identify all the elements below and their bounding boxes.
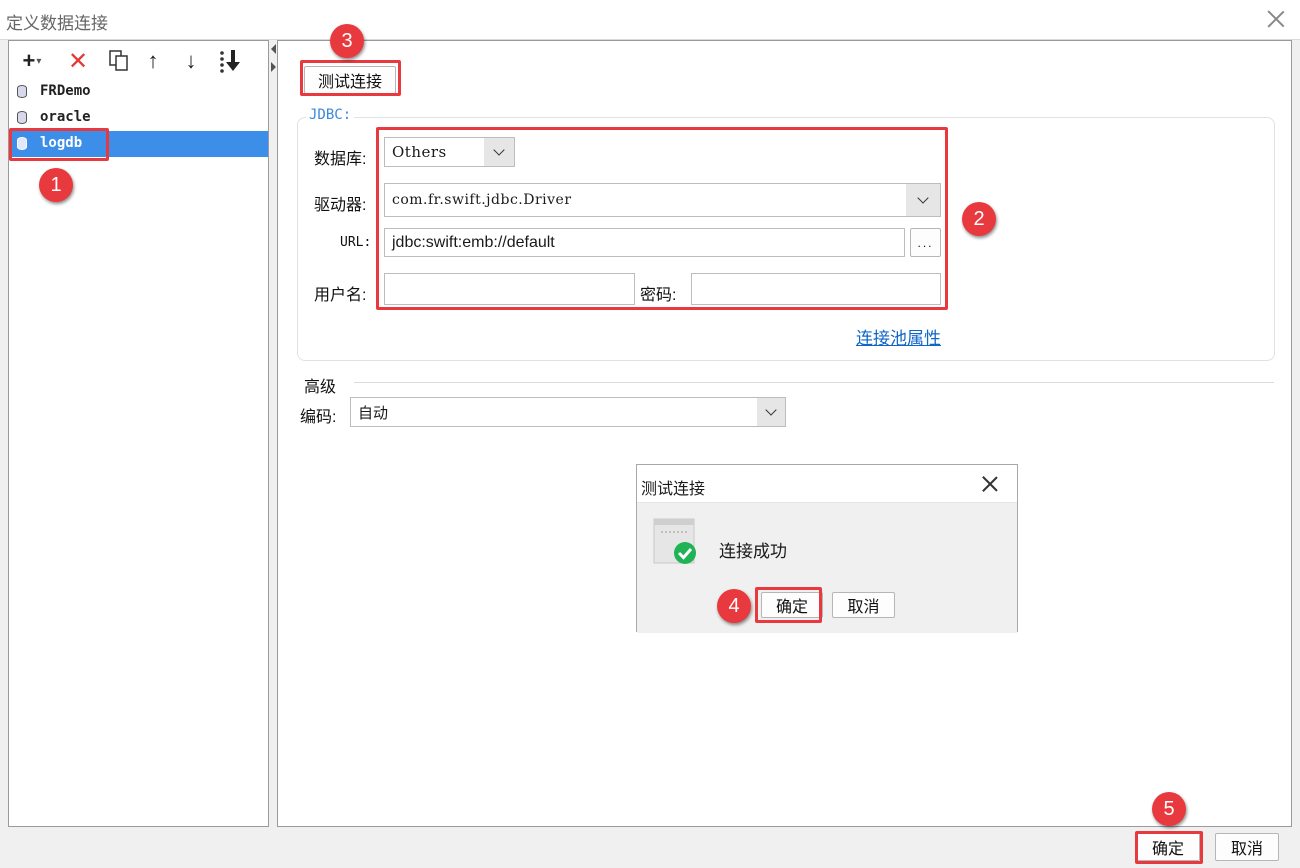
sort-icon[interactable] (217, 49, 243, 73)
connection-tree: FRDemo oracle logdb (9, 79, 268, 157)
chevron-down-icon[interactable] (757, 398, 785, 426)
connection-settings-panel: 测试连接 JDBC: 数据库: Others 驱动器: com.fr.swift… (277, 40, 1292, 827)
expand-right-icon[interactable] (271, 62, 276, 72)
connection-label: logdb (40, 135, 83, 151)
connection-item-logdb[interactable]: logdb (9, 131, 268, 157)
connection-label: FRDemo (40, 83, 91, 99)
move-up-icon[interactable]: ↑ (140, 48, 166, 73)
url-label: URL: (340, 235, 372, 250)
url-input[interactable]: jdbc:swift:emb://default (384, 228, 905, 257)
database-label: 数据库: (314, 151, 367, 168)
connection-list-panel: + ▾ ✕ ↑ ↓ FRDemo oracle logdb (8, 40, 269, 827)
dialog-body: 连接成功 确定 取消 (637, 503, 1017, 633)
window-title: 定义数据连接 (6, 14, 108, 33)
username-label: 用户名: (314, 287, 367, 304)
dialog-message: 连接成功 (719, 542, 787, 561)
dialog-title: 测试连接 (641, 481, 706, 498)
database-icon (17, 111, 27, 124)
copy-icon[interactable] (106, 49, 132, 73)
panel-splitter[interactable] (270, 40, 277, 827)
database-value: Others (392, 143, 447, 161)
jdbc-group-label: JDBC: (306, 107, 355, 123)
url-browse-button[interactable]: ... (910, 228, 941, 257)
collapse-left-icon[interactable] (271, 44, 276, 54)
window-close-icon[interactable] (1266, 8, 1286, 28)
step-badge-2: 2 (962, 202, 996, 236)
connection-item-frdemo[interactable]: FRDemo (9, 79, 268, 105)
connection-item-oracle[interactable]: oracle (9, 105, 268, 131)
step-badge-3: 3 (330, 24, 364, 58)
encoding-label: 编码: (300, 409, 337, 426)
add-connection-button[interactable]: + ▾ (19, 48, 45, 73)
encoding-value: 自动 (358, 404, 389, 422)
caret-down-icon: ▾ (36, 55, 42, 67)
footer-cancel-button[interactable]: 取消 (1215, 833, 1279, 861)
database-icon (17, 137, 27, 150)
dialog-header: 测试连接 (637, 465, 1017, 503)
database-select[interactable]: Others (384, 137, 515, 167)
footer-ok-button[interactable]: 确定 (1136, 833, 1200, 861)
password-input[interactable] (691, 273, 941, 305)
dialog-close-icon[interactable] (981, 474, 999, 492)
step-badge-1: 1 (39, 168, 73, 202)
advanced-section-label: 高级 (304, 379, 337, 396)
encoding-select[interactable]: 自动 (350, 397, 786, 427)
delete-icon[interactable]: ✕ (65, 48, 91, 75)
driver-label: 驱动器: (314, 197, 367, 214)
advanced-divider (354, 382, 1274, 383)
dialog-cancel-button[interactable]: 取消 (832, 592, 895, 618)
chevron-down-icon[interactable] (906, 184, 940, 216)
test-connection-dialog: 测试连接 连接成功 确定 取消 (636, 464, 1018, 633)
connection-success-icon (653, 518, 699, 571)
driver-value: com.fr.swift.jdbc.Driver (392, 192, 572, 208)
plus-icon: + (22, 48, 36, 73)
move-down-icon[interactable]: ↓ (178, 48, 204, 73)
step-badge-5: 5 (1152, 792, 1186, 826)
title-bar: 定义数据连接 (0, 0, 1300, 40)
username-input[interactable] (384, 273, 635, 305)
driver-select[interactable]: com.fr.swift.jdbc.Driver (384, 183, 941, 217)
connection-pool-link[interactable]: 连接池属性 (856, 324, 941, 349)
dialog-ok-button[interactable]: 确定 (761, 592, 823, 618)
chevron-down-icon[interactable] (484, 138, 514, 166)
connection-label: oracle (40, 109, 91, 125)
connection-toolbar: + ▾ ✕ ↑ ↓ (9, 41, 268, 79)
step-badge-4: 4 (717, 589, 751, 623)
test-connection-button[interactable]: 测试连接 (304, 66, 396, 94)
password-label: 密码: (640, 287, 677, 304)
database-icon (17, 85, 27, 98)
